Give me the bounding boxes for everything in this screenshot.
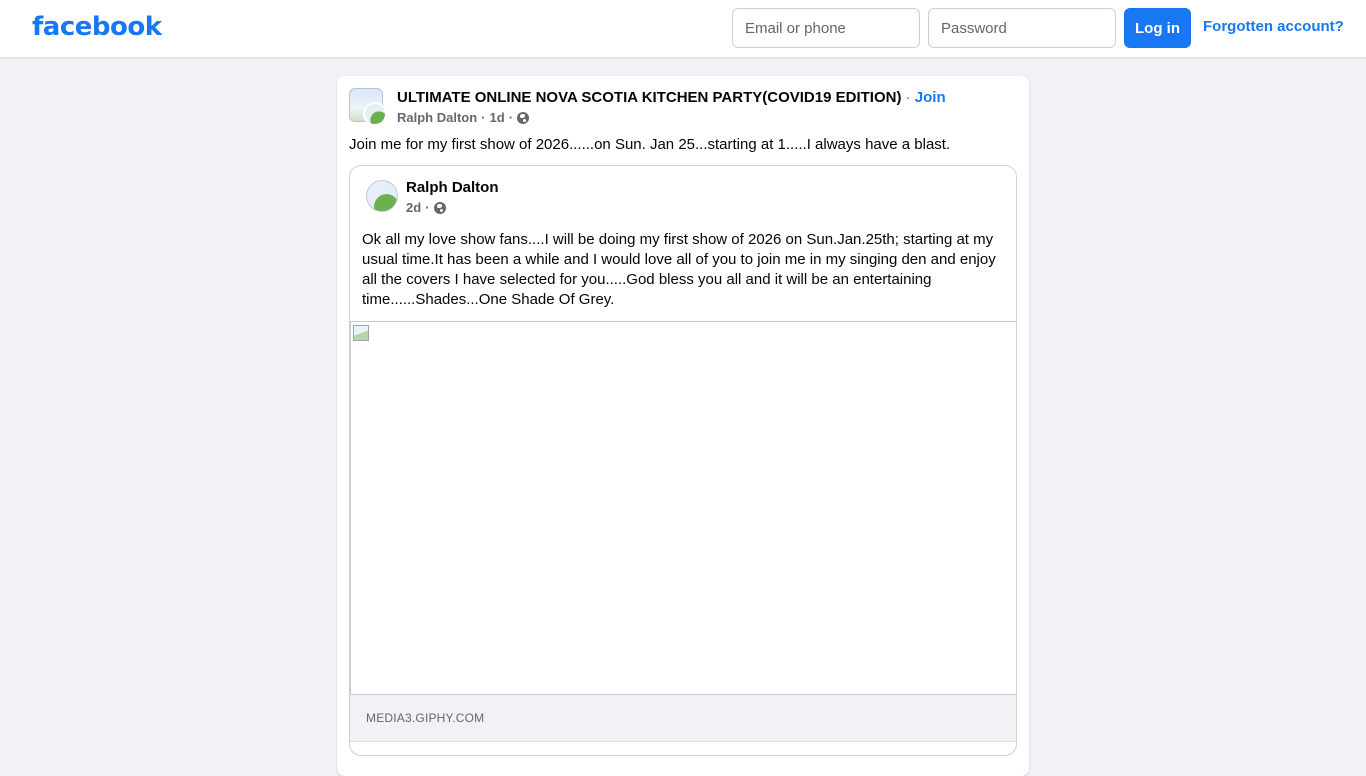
broken-image-icon <box>353 325 369 341</box>
group-name-link[interactable]: ULTIMATE ONLINE NOVA SCOTIA KITCHEN PART… <box>397 89 901 106</box>
password-input[interactable] <box>928 8 1116 48</box>
join-group-link[interactable]: Join <box>915 89 946 106</box>
email-input[interactable] <box>732 8 920 48</box>
shared-post-meta: 2d · <box>406 200 446 215</box>
separator: · <box>481 110 486 125</box>
group-avatar[interactable] <box>349 88 387 126</box>
post-card: ULTIMATE ONLINE NOVA SCOTIA KITCHEN PART… <box>337 76 1029 776</box>
post-author-link[interactable]: Ralph Dalton <box>397 110 477 125</box>
separator: · <box>508 110 514 125</box>
shared-post-text: Ok all my love show fans....I will be do… <box>362 231 996 308</box>
post-meta: Ralph Dalton · 1d · <box>397 110 530 125</box>
shared-author-avatar[interactable] <box>366 180 398 212</box>
post-header-line: ULTIMATE ONLINE NOVA SCOTIA KITCHEN PART… <box>397 89 946 106</box>
login-button[interactable]: Log in <box>1124 8 1191 48</box>
facebook-logo[interactable]: facebook <box>32 12 162 42</box>
shared-post-timestamp[interactable]: 2d <box>406 200 421 215</box>
globe-icon <box>433 201 446 214</box>
globe-icon <box>517 111 530 124</box>
separator: · <box>425 200 430 215</box>
shared-media-image[interactable] <box>350 321 1016 695</box>
link-preview-footer[interactable]: MEDIA3.GIPHY.COM <box>350 695 1016 742</box>
forgotten-account-link[interactable]: Forgotten account? <box>1203 18 1344 35</box>
top-navigation-bar: facebook Log in Forgotten account? <box>0 0 1366 57</box>
shared-post-card[interactable]: Ralph Dalton 2d · Ok all my love show fa… <box>349 165 1017 756</box>
link-domain: MEDIA3.GIPHY.COM <box>366 711 485 725</box>
separator: · <box>905 89 911 106</box>
post-timestamp[interactable]: 1d <box>490 110 505 125</box>
author-avatar[interactable] <box>363 102 387 126</box>
shared-author-name[interactable]: Ralph Dalton <box>406 179 499 196</box>
post-body-text: Join me for my first show of 2026......o… <box>349 136 951 153</box>
